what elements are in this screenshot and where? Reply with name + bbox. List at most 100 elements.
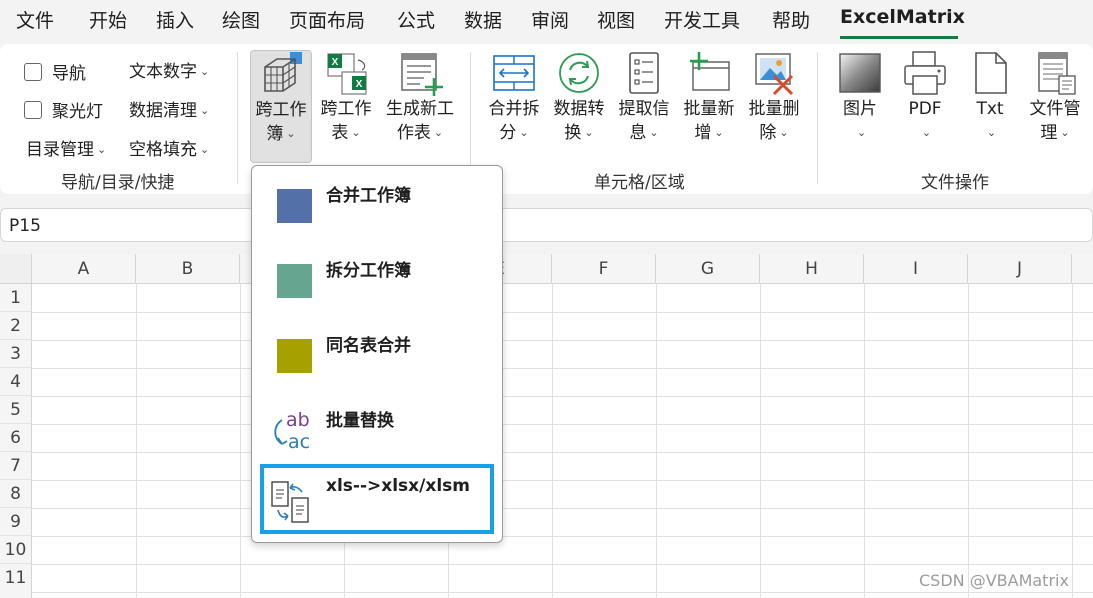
chevron-down-icon: ⌄ [200, 65, 210, 78]
menu-bar: 文件 开始 插入 绘图 页面布局 公式 数据 审阅 视图 开发工具 帮助 Exc… [0, 0, 1093, 42]
row-header-9[interactable]: 9 [0, 508, 32, 536]
extract-info-line2: 息 [629, 123, 647, 143]
row-header-11[interactable]: 11 [0, 564, 32, 598]
column-header-j[interactable]: J [968, 254, 1072, 284]
row-header-2[interactable]: 2 [0, 312, 32, 340]
merge-split-button[interactable]: 合并拆 分 ⌄ [484, 50, 544, 145]
chevron-down-icon: ⌄ [200, 104, 210, 117]
new-sheet-icon [401, 53, 443, 96]
grid-line [32, 480, 1093, 481]
row-header-6[interactable]: 6 [0, 424, 32, 452]
column-header-i[interactable]: I [864, 254, 968, 284]
chevron-down-icon: ⌄ [200, 143, 210, 156]
printer-icon [904, 51, 946, 95]
grid-line [552, 284, 553, 598]
column-header-a[interactable]: A [32, 254, 136, 284]
picture-button[interactable]: 图片 ⌄ [832, 50, 888, 145]
column-header-g[interactable]: G [656, 254, 760, 284]
nav-group-label: 导航/目录/快捷 [61, 173, 175, 193]
merge-workbook-item[interactable]: 合并工作簿 [260, 169, 494, 239]
menu-help[interactable]: 帮助 [772, 6, 810, 33]
menu-page-layout[interactable]: 页面布局 [289, 6, 365, 33]
data-convert-line1: 数据转 [553, 99, 605, 119]
spotlight-checkbox[interactable]: 聚光灯 [24, 97, 103, 122]
txt-label: Txt [976, 99, 1004, 119]
batch-delete-button[interactable]: 批量删 除 ⌄ [744, 50, 804, 145]
svg-text:ac: ac [288, 431, 310, 453]
menu-developer[interactable]: 开发工具 [664, 6, 740, 33]
menu-draw[interactable]: 绘图 [222, 6, 260, 33]
nav-checkbox[interactable]: 导航 [24, 59, 86, 84]
menu-view[interactable]: 视图 [597, 6, 635, 33]
extract-info-button[interactable]: 提取信 息 ⌄ [614, 50, 674, 145]
select-all-corner[interactable] [0, 254, 32, 284]
grid-line [136, 284, 137, 598]
blank-fill-dropdown[interactable]: 空格填充 ⌄ [129, 135, 209, 160]
checkbox-box[interactable] [24, 62, 42, 81]
svg-text:X: X [356, 79, 363, 90]
spreadsheet-grid[interactable]: A B C D E F G H I J 1 2 3 4 5 6 7 8 9 10… [0, 254, 1093, 598]
menu-formulas[interactable]: 公式 [397, 6, 435, 33]
row-header-5[interactable]: 5 [0, 396, 32, 424]
batch-replace-item[interactable]: ab ac 批量替换 [260, 394, 494, 464]
column-header-f[interactable]: F [552, 254, 656, 284]
chevron-down-icon: ⌄ [779, 126, 789, 139]
column-header-b[interactable]: B [136, 254, 240, 284]
merge-same-name-swatch [277, 339, 312, 373]
column-header-h[interactable]: H [760, 254, 864, 284]
cross-workbook-line1: 跨工作 [255, 100, 307, 120]
row-header-7[interactable]: 7 [0, 452, 32, 480]
row-header-1[interactable]: 1 [0, 284, 32, 312]
svg-text:X: X [332, 57, 339, 68]
file-group-label: 文件操作 [921, 173, 989, 193]
cross-workbook-line2: 簿 [266, 124, 284, 144]
text-number-dropdown[interactable]: 文本数字 ⌄ [129, 57, 209, 82]
ribbon: 导航 聚光灯 目录管理 ⌄ 文本数字 ⌄ 数据清理 ⌄ 空格填充 ⌄ 导航/目录/快捷 … [0, 44, 1093, 194]
xls-convert-item[interactable]: xls-->xlsx/xlsm [260, 464, 494, 534]
chevron-down-icon: ⌄ [714, 126, 724, 139]
menu-home[interactable]: 开始 [89, 6, 127, 33]
row-header-8[interactable]: 8 [0, 480, 32, 508]
new-sheet-button[interactable]: 生成新工 作表 ⌄ [382, 50, 458, 145]
split-workbook-item[interactable]: 拆分工作簿 [260, 244, 494, 314]
row-header-10[interactable]: 10 [0, 536, 32, 564]
row-header-3[interactable]: 3 [0, 340, 32, 368]
menu-excelmatrix[interactable]: ExcelMatrix [840, 6, 965, 28]
merge-same-name-item[interactable]: 同名表合并 [260, 319, 494, 389]
toc-dropdown[interactable]: 目录管理 ⌄ [26, 135, 106, 160]
grid-line [32, 508, 1093, 509]
menu-data[interactable]: 数据 [464, 6, 502, 33]
cross-sheet-line1: 跨工作 [320, 99, 372, 119]
cross-sheet-button[interactable]: X X 跨工作 表 ⌄ [316, 50, 376, 145]
name-box-value: P15 [9, 216, 41, 236]
txt-button[interactable]: Txt ⌄ [962, 50, 1018, 145]
menu-insert[interactable]: 插入 [156, 6, 194, 33]
data-convert-button[interactable]: 数据转 换 ⌄ [549, 50, 609, 145]
row-header-4[interactable]: 4 [0, 368, 32, 396]
batch-add-line2: 增 [694, 123, 712, 143]
menu-review[interactable]: 审阅 [531, 6, 569, 33]
grid-line [760, 284, 761, 598]
file-manager-icon [1038, 52, 1076, 95]
data-clean-label: 数据清理 [129, 101, 197, 121]
column-header-partial[interactable] [1072, 254, 1093, 284]
text-number-label: 文本数字 [129, 62, 197, 82]
grid-line [240, 284, 241, 598]
data-convert-line2: 换 [564, 123, 582, 143]
menu-file[interactable]: 文件 [16, 6, 54, 33]
active-tab-underline [840, 36, 958, 39]
data-clean-dropdown[interactable]: 数据清理 ⌄ [129, 96, 209, 121]
group-separator [817, 52, 818, 184]
split-workbook-label: 拆分工作簿 [326, 261, 411, 281]
checkbox-box[interactable] [24, 100, 42, 119]
batch-add-button[interactable]: 批量新 增 ⌄ [679, 50, 739, 145]
delete-picture-icon [755, 53, 794, 96]
new-sheet-line2: 作表 [396, 123, 431, 143]
chevron-down-icon: ⌄ [986, 126, 997, 139]
file-manage-button[interactable]: 文件管 理 ⌄ [1024, 50, 1086, 145]
cross-workbook-button[interactable]: 跨工作 簿 ⌄ [250, 50, 312, 163]
grid-line [32, 424, 1093, 425]
name-box[interactable]: P15 [0, 208, 1093, 242]
pdf-button[interactable]: PDF ⌄ [897, 50, 953, 145]
excel-sheets-icon: X X [327, 53, 367, 95]
